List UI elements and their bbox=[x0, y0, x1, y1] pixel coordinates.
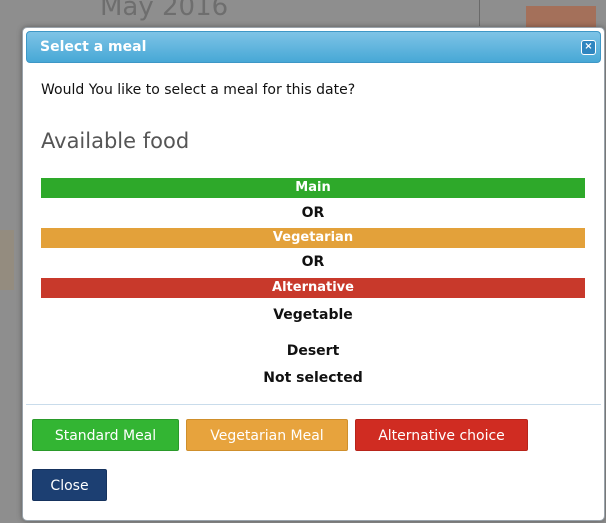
dialog-titlebar: Select a meal × bbox=[26, 31, 601, 63]
select-meal-dialog: Select a meal × Would You like to select… bbox=[22, 27, 605, 521]
background-stripe bbox=[0, 230, 14, 290]
option-alternative-bar: Alternative bbox=[41, 278, 585, 298]
dialog-divider bbox=[26, 404, 601, 405]
option-vegetarian-bar: Vegetarian bbox=[41, 228, 585, 248]
vegetable-label: Vegetable bbox=[273, 307, 353, 323]
or-separator: OR bbox=[301, 205, 325, 221]
alternative-choice-button[interactable]: Alternative choice bbox=[355, 419, 528, 451]
desert-label: Desert bbox=[286, 343, 340, 359]
available-food-heading: Available food bbox=[41, 129, 190, 153]
background-divider bbox=[479, 0, 480, 26]
close-icon[interactable]: × bbox=[581, 40, 596, 55]
desert-status: Not selected bbox=[263, 370, 363, 386]
option-main-bar: Main bbox=[41, 178, 585, 198]
close-button[interactable]: Close bbox=[32, 469, 107, 501]
dialog-title: Select a meal bbox=[40, 39, 147, 55]
background-calendar-heading: May 2016 bbox=[100, 0, 229, 22]
vegetarian-meal-button[interactable]: Vegetarian Meal bbox=[186, 419, 348, 451]
background-tile bbox=[526, 6, 596, 28]
dialog-prompt: Would You like to select a meal for this… bbox=[41, 82, 356, 98]
standard-meal-button[interactable]: Standard Meal bbox=[32, 419, 179, 451]
or-separator: OR bbox=[301, 254, 325, 270]
